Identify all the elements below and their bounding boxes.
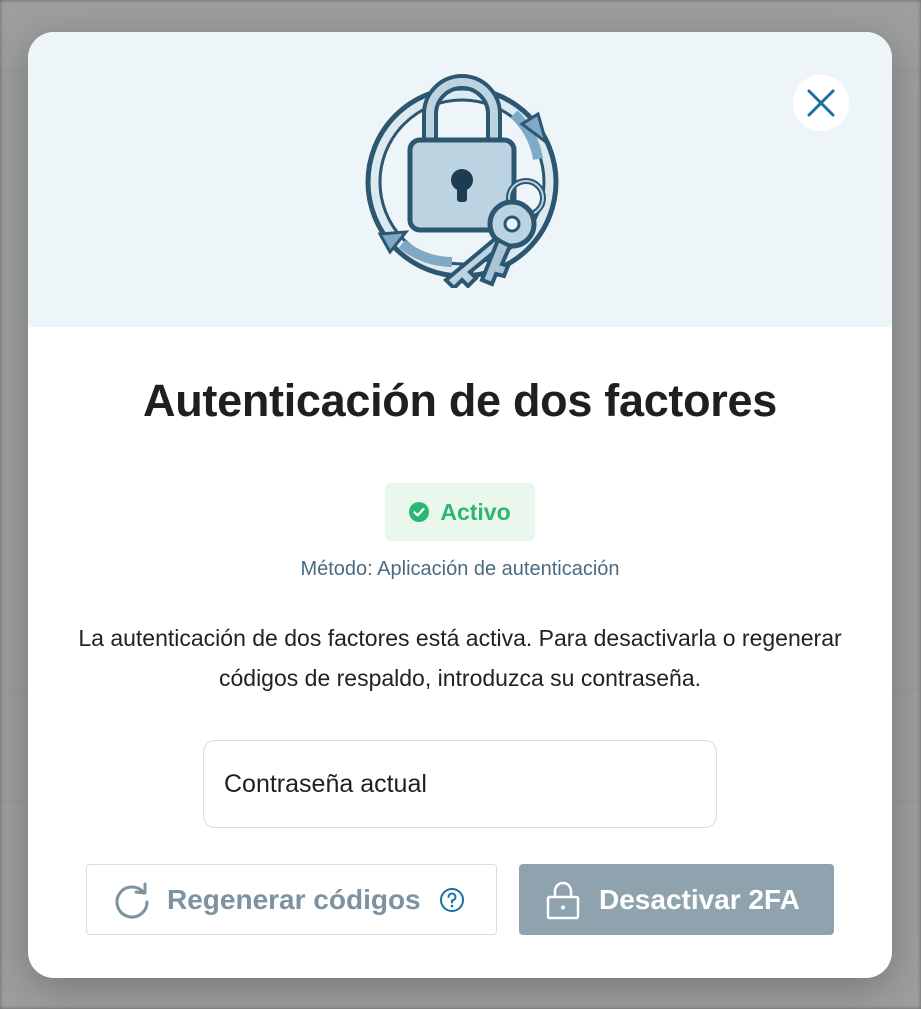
current-password-input[interactable]	[203, 740, 717, 828]
close-button[interactable]	[793, 75, 849, 131]
help-circle-icon[interactable]	[439, 887, 465, 913]
lock-icon	[546, 881, 580, 919]
regenerate-codes-button[interactable]: Regenerar códigos	[86, 864, 497, 935]
status-label: Activo	[440, 498, 511, 525]
two-factor-modal: Autenticación de dos factores Activo Mét…	[28, 32, 892, 978]
disable-2fa-label: Desactivar 2FA	[599, 883, 800, 915]
close-icon	[807, 89, 835, 117]
status-badge: Activo	[385, 483, 535, 541]
padlock-keys-illustration	[365, 74, 559, 288]
refresh-icon	[115, 882, 149, 918]
description-text: La autenticación de dos factores está ac…	[78, 625, 842, 691]
disable-2fa-button[interactable]: Desactivar 2FA	[519, 864, 834, 935]
modal-title: Autenticación de dos factores	[143, 375, 777, 426]
check-circle-icon	[409, 502, 430, 522]
modal-hero	[28, 32, 892, 327]
regenerate-codes-label: Regenerar códigos	[167, 883, 421, 915]
method-text: Método: Aplicación de autenticación	[300, 558, 620, 580]
